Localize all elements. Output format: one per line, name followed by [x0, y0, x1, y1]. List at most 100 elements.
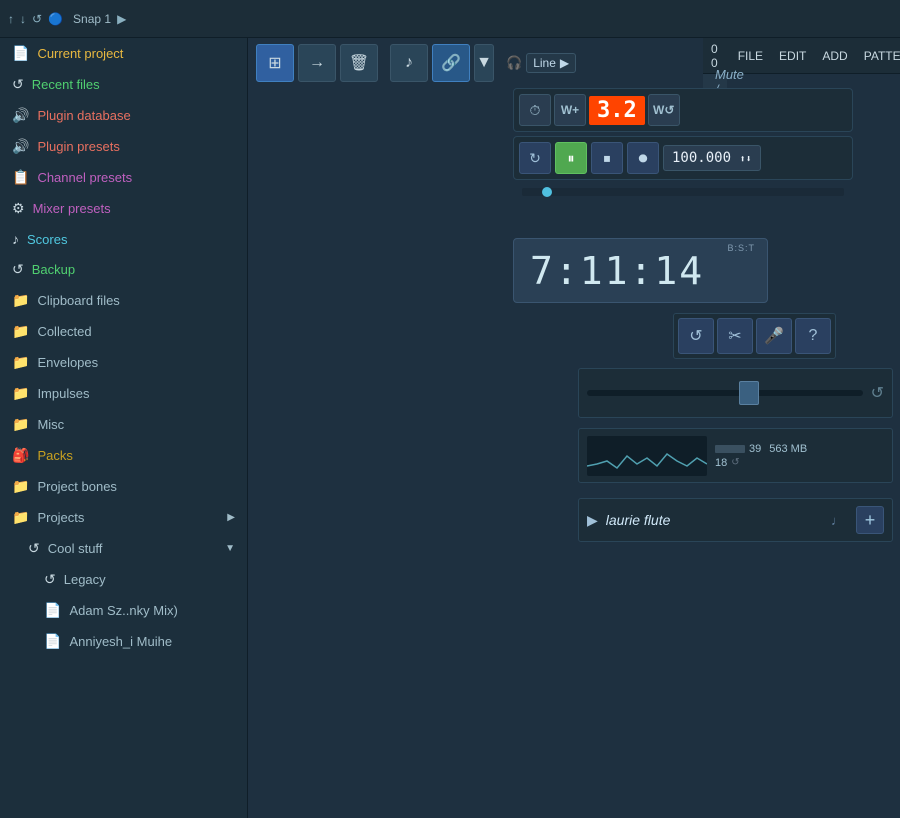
packs-icon: 🎒: [12, 447, 29, 464]
sidebar-item-label-collected: Collected: [37, 324, 91, 339]
mixer-presets-icon: ⚙: [12, 200, 25, 217]
sidebar-item-packs[interactable]: 🎒 Packs: [0, 440, 247, 471]
instrument-add-button[interactable]: +: [856, 506, 884, 534]
sidebar-item-label-project-bones: Project bones: [37, 479, 117, 494]
sidebar-item-envelopes[interactable]: 📁 Envelopes: [0, 347, 247, 378]
sidebar-item-label-mixer-presets: Mixer presets: [33, 201, 111, 216]
mem-value: 563 MB: [769, 443, 807, 455]
sidebar-item-clipboard[interactable]: 📁 Clipboard files: [0, 285, 247, 316]
sidebar-item-backup[interactable]: ↺ Backup: [0, 254, 247, 285]
misc-icon: 📁: [12, 416, 29, 433]
undo-icon[interactable]: ↺: [32, 12, 42, 26]
cpu2-stat-line: 18 ↺: [715, 457, 807, 469]
sidebar-item-project-bones[interactable]: 📁 Project bones: [0, 471, 247, 502]
sidebar-item-label-current-project: Current project: [37, 46, 123, 61]
toolbar-arrow-button[interactable]: →: [298, 44, 336, 82]
slider-refresh-icon[interactable]: ↺: [871, 383, 884, 403]
line-select[interactable]: Line ▶: [526, 53, 576, 73]
snap-label: Snap 1: [73, 12, 111, 26]
toolbar-link-button[interactable]: 🔗: [432, 44, 470, 82]
sidebar-item-projects[interactable]: 📁 Projects ▶: [0, 502, 247, 533]
stats-graph: [587, 436, 707, 476]
snap-icon: 🔵: [48, 12, 63, 26]
transport-progress-bar[interactable]: [522, 188, 844, 196]
bpm-arrows[interactable]: ⬆⬇: [739, 154, 751, 165]
toolbar-down-button[interactable]: ▼: [474, 44, 494, 82]
sidebar-item-scores[interactable]: ♪ Scores: [0, 224, 247, 254]
sidebar-item-label-channel-presets: Channel presets: [37, 170, 132, 185]
sidebar-item-misc[interactable]: 📁 Misc: [0, 409, 247, 440]
time-display: B:S:T 7:11:14: [513, 238, 768, 303]
sidebar-item-label-packs: Packs: [37, 448, 72, 463]
sidebar-item-label-misc: Misc: [37, 417, 64, 432]
arrow-up-icon[interactable]: ↑: [8, 12, 14, 26]
transport-loop-button[interactable]: ↻: [519, 142, 551, 174]
loop-icon: ↺: [731, 457, 739, 468]
instrument-tune-icon: ♩: [831, 513, 844, 528]
transport-panel: ⏱ W+ 3.2 W↺ ↻ ⏸ ⏹ ⏺ 100.000 ⬆⬇: [513, 88, 853, 196]
tool-refresh-button[interactable]: ↺: [678, 318, 714, 354]
bpm-value-text: 100.000: [672, 150, 731, 166]
time-label: B:S:T: [727, 243, 755, 253]
toolbar-music-button[interactable]: ♪: [390, 44, 428, 82]
time-value: 7:11:14: [530, 249, 704, 293]
transport-controls-row: ↻ ⏸ ⏹ ⏺ 100.000 ⬆⬇: [513, 136, 853, 180]
sidebar-item-label-impulses: Impulses: [37, 386, 89, 401]
menu-patterns[interactable]: PATTERNS: [856, 45, 900, 67]
sidebar-item-plugin-database[interactable]: 🔊 Plugin database: [0, 100, 247, 131]
sidebar-item-legacy[interactable]: ↺ Legacy: [0, 564, 247, 595]
transport-metronome-button[interactable]: ⏱: [519, 94, 551, 126]
sidebar-item-channel-presets[interactable]: 📋 Channel presets: [0, 162, 247, 193]
menu-edit[interactable]: EDIT: [771, 45, 814, 67]
transport-stop-button[interactable]: ⏹: [591, 142, 623, 174]
tool-row: ↺ ✂ 🎤 ?: [673, 313, 836, 359]
tool-scissors-button[interactable]: ✂: [717, 318, 753, 354]
file2-icon: 📄: [44, 633, 61, 650]
tool-mic-button[interactable]: 🎤: [756, 318, 792, 354]
sidebar-item-label-envelopes: Envelopes: [37, 355, 98, 370]
menu-numbers: 0 0: [711, 42, 718, 70]
transport-w1-button[interactable]: W+: [554, 94, 586, 126]
cool-stuff-icon: ↺: [28, 540, 40, 557]
sidebar-item-file2[interactable]: 📄 Anniyesh_i Muihe: [0, 626, 247, 657]
mixer-slider-area: ↺: [578, 368, 893, 418]
mixer-slider-track[interactable]: [587, 390, 863, 396]
transport-play-button[interactable]: ⏸: [555, 142, 587, 174]
sidebar-item-label-backup: Backup: [32, 262, 75, 277]
instrument-arrow[interactable]: ▶: [587, 512, 598, 529]
progress-indicator: [542, 187, 552, 197]
channel-presets-icon: 📋: [12, 169, 29, 186]
cool-stuff-expand-arrow[interactable]: ▼: [225, 543, 235, 554]
sidebar-item-collected[interactable]: 📁 Collected: [0, 316, 247, 347]
sidebar-item-impulses[interactable]: 📁 Impulses: [0, 378, 247, 409]
scores-icon: ♪: [12, 231, 19, 247]
sidebar-item-mixer-presets[interactable]: ⚙ Mixer presets: [0, 193, 247, 224]
legacy-icon: ↺: [44, 571, 56, 588]
toolbar-grid-button[interactable]: ⊞: [256, 44, 294, 82]
menu-add[interactable]: ADD: [814, 45, 855, 67]
mixer-slider-thumb[interactable]: [739, 381, 759, 405]
sidebar-item-label-file2: Anniyesh_i Muihe: [69, 634, 172, 649]
transport-w2-button[interactable]: W↺: [648, 94, 680, 126]
cpu-value: 39: [749, 443, 761, 455]
plugin-database-icon: 🔊: [12, 107, 29, 124]
arrow-down-icon[interactable]: ↓: [20, 12, 26, 26]
tool-question-button[interactable]: ?: [795, 318, 831, 354]
sidebar-item-cool-stuff[interactable]: ↺ Cool stuff ▼: [0, 533, 247, 564]
projects-expand-arrow[interactable]: ▶: [227, 512, 235, 523]
plugin-presets-icon: 🔊: [12, 138, 29, 155]
sidebar-item-recent-files[interactable]: ↺ Recent files: [0, 69, 247, 100]
projects-icon: 📁: [12, 509, 29, 526]
sidebar-item-file1[interactable]: 📄 Adam Sz..nky Mix): [0, 595, 247, 626]
sidebar: 📄 Current project ↺ Recent files 🔊 Plugi…: [0, 38, 248, 818]
sidebar-item-plugin-presets[interactable]: 🔊 Plugin presets: [0, 131, 247, 162]
toolbar-stamp-button[interactable]: 🗑: [340, 44, 378, 82]
transport-progress-area: [513, 180, 853, 196]
snap-arrow-icon[interactable]: ▶: [117, 12, 126, 26]
sidebar-item-current-project[interactable]: 📄 Current project: [0, 38, 247, 69]
menu-file[interactable]: FILE: [730, 45, 771, 67]
transport-record-button[interactable]: ⏺: [627, 142, 659, 174]
transport-top-row: ⏱ W+ 3.2 W↺: [513, 88, 853, 132]
impulses-icon: 📁: [12, 385, 29, 402]
top-bar: ↑ ↓ ↺ 🔵 Snap 1 ▶: [0, 0, 900, 38]
